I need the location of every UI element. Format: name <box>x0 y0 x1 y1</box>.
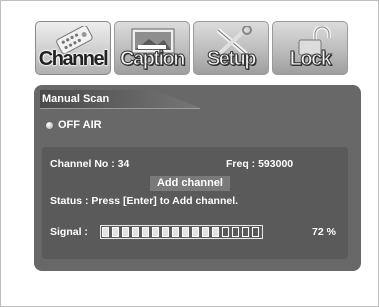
signal-segment <box>192 227 199 237</box>
signal-segment <box>172 227 179 237</box>
status-text: Status : Press [Enter] to Add channel. <box>50 195 239 207</box>
signal-segment <box>232 227 239 237</box>
tab-lock[interactable]: Lock <box>272 21 348 75</box>
signal-segment <box>122 227 129 237</box>
signal-segment <box>202 227 209 237</box>
signal-percent: 72 % <box>312 226 336 238</box>
signal-meter <box>100 225 263 239</box>
tab-channel[interactable]: Channel <box>35 21 111 75</box>
tab-caption-label: Caption <box>120 48 186 71</box>
signal-segment <box>112 227 119 237</box>
signal-segment <box>252 227 259 237</box>
signal-segment <box>132 227 139 237</box>
add-channel-button[interactable]: Add channel <box>150 176 230 191</box>
menu-frame: Channel Caption Setup Lock Manual Scan O… <box>0 0 379 307</box>
title-divider <box>40 108 200 109</box>
tab-setup[interactable]: Setup <box>193 21 269 75</box>
signal-label: Signal : <box>50 226 88 238</box>
tab-caption[interactable]: Caption <box>114 21 190 75</box>
signal-segment <box>102 227 109 237</box>
scan-info-box: Channel No : 34 Freq : 593000 Add channe… <box>42 147 348 259</box>
frequency: Freq : 593000 <box>226 158 294 170</box>
tab-channel-label: Channel <box>38 48 109 70</box>
signal-segment <box>242 227 249 237</box>
mode-option-off-air[interactable]: OFF AIR <box>58 119 102 131</box>
panel-title: Manual Scan <box>42 93 110 105</box>
tab-setup-label: Setup <box>206 48 257 71</box>
signal-segment <box>162 227 169 237</box>
signal-segment <box>222 227 229 237</box>
tab-lock-label: Lock <box>289 48 332 71</box>
radio-bullet-icon <box>46 122 53 129</box>
signal-segment <box>212 227 219 237</box>
signal-segment <box>152 227 159 237</box>
signal-segment <box>142 227 149 237</box>
manual-scan-panel: Manual Scan OFF AIR Channel No : 34 Freq… <box>34 85 361 271</box>
channel-number: Channel No : 34 <box>50 158 130 170</box>
menu-tabs: Channel Caption Setup Lock <box>35 21 348 77</box>
signal-segment <box>182 227 189 237</box>
